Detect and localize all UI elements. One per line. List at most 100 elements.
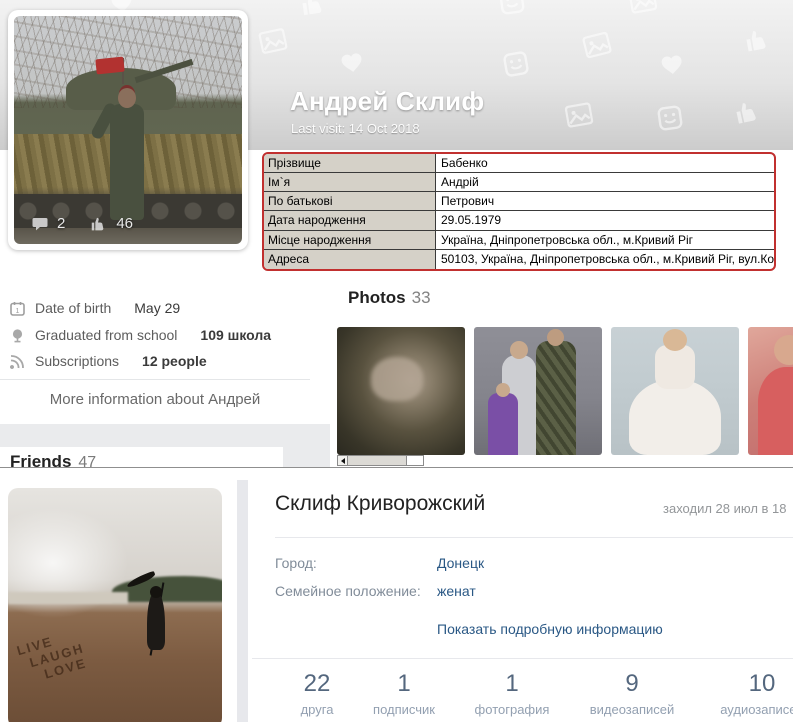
svg-text:1: 1 [16, 308, 20, 315]
horizontal-scrollbar[interactable] [337, 455, 424, 466]
column-gap [237, 480, 248, 722]
picture-icon [628, 0, 657, 14]
smiley-icon [656, 104, 683, 131]
scrollbar-track[interactable] [348, 455, 424, 466]
show-detailed-info-link[interactable]: Показать подробную информацию [437, 621, 663, 637]
thumb-up-icon [90, 216, 107, 232]
picture-icon [258, 28, 288, 55]
comment-icon [32, 217, 48, 231]
table-row: Прізвище Бабенко [264, 154, 774, 173]
friends-heading[interactable]: Friends 47 [10, 452, 96, 468]
figure [488, 393, 518, 455]
counter-followers[interactable]: 1 подписчик [373, 670, 435, 717]
last-visit-status: Last visit: 14 Oct 2018 [291, 121, 420, 136]
heart-icon [339, 50, 366, 75]
field-value-marital-status[interactable]: женат [437, 583, 476, 599]
last-seen-status: заходил 28 июл в 18 [663, 501, 787, 516]
table-row-value: Петрович [436, 192, 774, 210]
table-row-label: Дата народження [264, 211, 436, 229]
soldier-figure [110, 104, 144, 220]
avatar-photo-tank-scene: 2 46 [14, 16, 242, 244]
grim-reaper-figure [147, 592, 165, 650]
thumb-up-icon [298, 0, 327, 18]
counter-friends[interactable]: 22 друга [301, 670, 334, 717]
avatar-photo-stats[interactable]: 2 46 [32, 215, 149, 232]
detail-value[interactable]: May 29 [134, 300, 180, 316]
likes-count: 46 [116, 215, 133, 232]
left-arrow-icon [341, 458, 345, 464]
table-row-value: Андрій [436, 173, 774, 191]
scrollbar-thumb[interactable] [348, 456, 407, 465]
counter-videos[interactable]: 9 видеозаписей [590, 670, 675, 717]
detail-value[interactable]: 12 people [142, 353, 207, 369]
counter-audios[interactable]: 10 аудиозаписей [720, 670, 793, 717]
passport-data-table: Прізвище Бабенко Ім`я Андрій По батькові… [262, 152, 776, 271]
rss-icon [10, 354, 25, 369]
detail-value[interactable]: 109 школа [200, 327, 271, 343]
figure [536, 341, 576, 455]
table-row-label: Прізвище [264, 154, 436, 172]
detail-label: Subscriptions [35, 353, 119, 369]
detail-row-subscriptions: Subscriptions 12 people [10, 353, 207, 369]
figure [655, 345, 695, 389]
photo-thumbnail-cat[interactable] [337, 327, 465, 455]
table-row-label: Місце народження [264, 231, 436, 249]
profile-name: Склиф Криворожский [275, 492, 485, 516]
education-icon [10, 328, 25, 343]
friends-count: 47 [78, 454, 96, 468]
counter-label: аудиозаписей [720, 702, 793, 717]
photo-thumbnail-woman[interactable] [748, 327, 793, 455]
table-row-label: Ім`я [264, 173, 436, 191]
vk-profile-bottom-screenshot: LIVE LAUGH LOVE Склиф Криворожский заход… [0, 480, 793, 722]
counter-value: 1 [373, 670, 435, 698]
counter-label: фотография [475, 702, 550, 717]
table-row-value: Бабенко [436, 154, 774, 172]
profile-avatar[interactable]: 2 46 [8, 10, 248, 250]
vk-profile-top-screenshot: 2 46 Андрей Склиф Last visit: 14 Oct 201… [0, 0, 793, 468]
divider [252, 658, 793, 659]
photos-heading[interactable]: Photos33 [348, 288, 431, 308]
photo-thumbnail-girl-dress[interactable] [611, 327, 739, 455]
smiley-icon [498, 0, 525, 16]
divider [275, 537, 793, 538]
picture-icon [564, 102, 593, 128]
table-row: Адреса 50103, Україна, Дніпропетровська … [264, 250, 774, 269]
photo-thumbnail-family[interactable] [474, 327, 602, 455]
calendar-icon: 1 [10, 301, 25, 316]
table-row-value: Україна, Дніпропетровська обл., м.Кривий… [436, 231, 774, 249]
table-row-label: Адреса [264, 250, 436, 269]
table-row: По батькові Петрович [264, 192, 774, 211]
sea [8, 592, 128, 604]
table-row: Дата народження 29.05.1979 [264, 211, 774, 230]
sand-writing: LIVE LAUGH LOVE [15, 626, 90, 687]
detail-label: Date of birth [35, 300, 111, 316]
detail-row-date-of-birth: 1 Date of birth May 29 [10, 300, 180, 316]
figure [629, 379, 721, 455]
picture-icon [582, 31, 613, 59]
counter-label: друга [301, 702, 334, 717]
counter-label: видеозаписей [590, 702, 675, 717]
counter-label: подписчик [373, 702, 435, 717]
field-label-marital-status: Семейное положение: [275, 583, 421, 599]
more-information-link[interactable]: More information about Андрей [0, 391, 310, 408]
figure [758, 367, 793, 455]
table-row-value: 50103, Україна, Дніпропетровська обл., м… [436, 250, 774, 269]
counter-photos[interactable]: 1 фотография [475, 670, 550, 717]
photos-label: Photos [348, 288, 406, 307]
table-row-label: По батькові [264, 192, 436, 210]
field-label-city: Город: [275, 555, 317, 571]
column-gap [283, 447, 330, 468]
comments-count: 2 [57, 215, 65, 232]
counter-value: 1 [475, 670, 550, 698]
post-photo-beach-reaper[interactable]: LIVE LAUGH LOVE [8, 488, 222, 722]
detail-label: Graduated from school [35, 327, 177, 343]
counter-value: 22 [301, 670, 334, 698]
counter-value: 10 [720, 670, 793, 698]
friends-label: Friends [10, 452, 71, 468]
figure [774, 335, 793, 365]
red-flag [95, 57, 124, 75]
scroll-left-button[interactable] [337, 455, 348, 466]
divider [0, 379, 310, 380]
field-value-city[interactable]: Донецк [437, 555, 484, 571]
smiley-icon [502, 50, 530, 78]
